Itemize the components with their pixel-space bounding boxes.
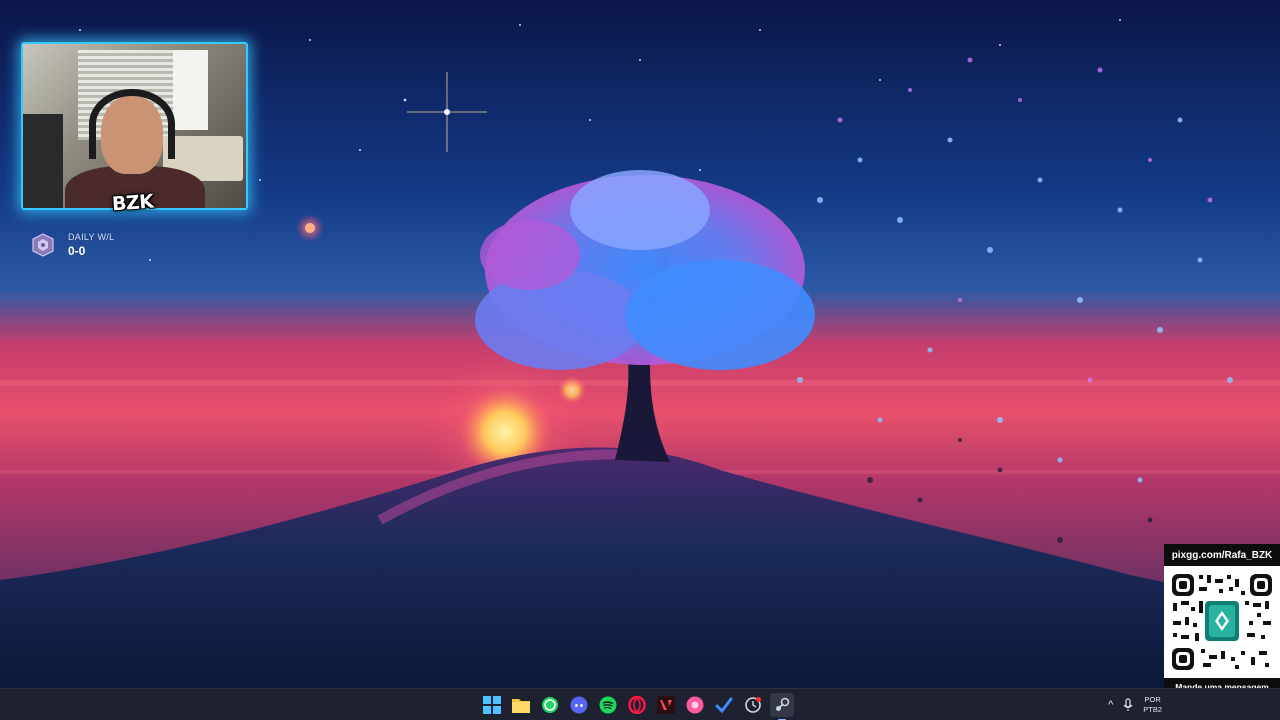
- file-explorer-button[interactable]: [509, 693, 533, 717]
- qr-code-icon: [1169, 571, 1275, 673]
- microphone-icon[interactable]: [1123, 698, 1133, 712]
- windows-icon: [483, 696, 501, 714]
- webcam-background-window: [173, 50, 208, 130]
- taskbar-apps: [480, 689, 794, 720]
- show-hidden-icons-button[interactable]: ^: [1108, 699, 1113, 711]
- daily-wl-widget: DAILY W/L 0-0: [32, 232, 114, 258]
- spotify-button[interactable]: [596, 693, 620, 717]
- pink-circle-icon: [686, 696, 704, 714]
- discord-icon: [570, 696, 588, 714]
- clock-icon: [745, 697, 761, 713]
- system-tray: ^ POR PTB2: [1108, 689, 1280, 720]
- webcam-overlay: [21, 42, 248, 210]
- headset-icon: [89, 89, 175, 159]
- discord-button[interactable]: [567, 693, 591, 717]
- folder-icon: [512, 699, 530, 713]
- clock-app-button[interactable]: [741, 693, 765, 717]
- whatsapp-icon: [542, 697, 558, 713]
- valorant-button[interactable]: [654, 693, 678, 717]
- spotify-icon: [599, 696, 617, 714]
- start-button[interactable]: [480, 693, 504, 717]
- language-code: POR: [1144, 695, 1161, 704]
- webcam-name-tag: BZK: [111, 190, 155, 216]
- pink-app-button[interactable]: [683, 693, 707, 717]
- daily-wl-label: DAILY W/L: [68, 232, 115, 242]
- steam-button[interactable]: [770, 693, 794, 720]
- rank-badge-icon: [32, 233, 54, 257]
- opera-gx-button[interactable]: [625, 693, 649, 717]
- steam-icon: [776, 697, 790, 711]
- taskbar: ^ POR PTB2: [0, 688, 1280, 720]
- pix-qr-code: [1164, 566, 1280, 678]
- input-language-indicator[interactable]: POR PTB2: [1143, 695, 1162, 715]
- whatsapp-button[interactable]: [538, 693, 562, 717]
- opera-icon: [628, 696, 646, 714]
- pix-url: pixgg.com/Rafa_BZK: [1164, 544, 1280, 566]
- todo-button[interactable]: [712, 693, 736, 717]
- webcam-background-object: [23, 114, 63, 208]
- keyboard-layout: PTB2: [1143, 705, 1162, 714]
- check-icon: [715, 697, 733, 714]
- daily-wl-value: 0-0: [68, 244, 86, 258]
- valorant-icon: [657, 696, 675, 714]
